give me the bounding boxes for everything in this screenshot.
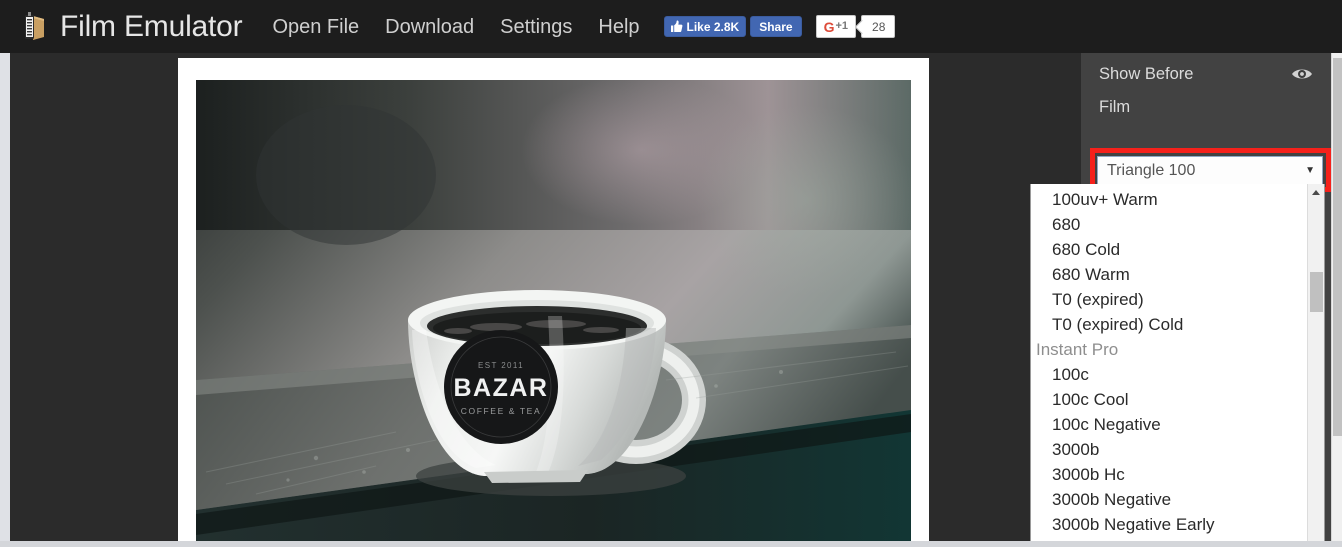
svg-text:EST 2011: EST 2011	[478, 361, 524, 370]
film-select-value: Triangle 100	[1107, 161, 1196, 179]
googleplus-count-label: 28	[872, 19, 886, 34]
dropdown-option[interactable]: 3000b Negative Early	[1031, 512, 1307, 537]
editor-stage: EST 2011 BAZAR COFFEE & TEA	[10, 53, 1081, 547]
facebook-share-label: Share	[759, 19, 793, 34]
nav-links: Open File Download Settings Help	[272, 17, 639, 37]
film-cartridge-icon	[22, 11, 48, 42]
thumbs-up-icon	[670, 20, 683, 33]
facebook-widget: Like 2.8K Share	[663, 16, 802, 37]
page-scrollbar-thumb[interactable]	[1333, 58, 1342, 436]
nav-settings[interactable]: Settings	[500, 17, 572, 37]
nav-download[interactable]: Download	[385, 17, 474, 37]
googleplus-count-bubble[interactable]: 28	[861, 15, 896, 38]
dropdown-option[interactable]: 680	[1031, 212, 1307, 237]
dropdown-option[interactable]: 100c	[1031, 362, 1307, 387]
top-navbar: Film Emulator Open File Download Setting…	[0, 0, 1342, 53]
svg-text:BAZAR: BAZAR	[454, 374, 549, 402]
show-before-row[interactable]: Show Before	[1081, 53, 1331, 95]
show-before-label: Show Before	[1099, 64, 1194, 83]
nav-help[interactable]: Help	[598, 17, 639, 37]
googleplus-widget: G +1 28	[815, 15, 896, 38]
eye-icon[interactable]	[1291, 67, 1313, 81]
chevron-down-icon: ▼	[1305, 164, 1315, 176]
app-brand[interactable]: Film Emulator	[22, 9, 243, 43]
googleplus-plus-label: +1	[835, 20, 849, 32]
dropdown-option[interactable]: T0 (expired) Cold	[1031, 312, 1307, 337]
page-left-gutter	[0, 53, 10, 547]
dropdown-option[interactable]: 3000b	[1031, 437, 1307, 462]
nav-open-file[interactable]: Open File	[272, 17, 359, 37]
dropdown-option[interactable]: 3000b Negative	[1031, 487, 1307, 512]
app-page: Film Emulator Open File Download Setting…	[0, 0, 1342, 547]
dropdown-scrollbar[interactable]	[1307, 184, 1324, 546]
dropdown-group-label: Instant Pro	[1036, 340, 1119, 359]
photo-card: EST 2011 BAZAR COFFEE & TEA	[178, 58, 929, 547]
facebook-like-label: Like 2.8K	[686, 19, 740, 34]
film-field-label: Film	[1099, 98, 1131, 116]
dropdown-option[interactable]: 100uv+ Warm	[1031, 187, 1307, 212]
dropdown-option[interactable]: 100c Cool	[1031, 387, 1307, 412]
dropdown-option[interactable]: 100c Negative	[1031, 412, 1307, 437]
dropdown-option[interactable]: 680 Warm	[1031, 262, 1307, 287]
social-buttons: Like 2.8K Share G +1 28	[663, 15, 896, 38]
app-title: Film Emulator	[60, 9, 243, 43]
film-dropdown-options: 100uv+ Warm 680 680 Cold 680 Warm T0 (ex…	[1031, 184, 1307, 546]
film-dropdown-list[interactable]: 100uv+ Warm 680 680 Cold 680 Warm T0 (ex…	[1030, 184, 1325, 547]
page-bottom-strip	[0, 541, 1342, 547]
page-scrollbar[interactable]	[1331, 53, 1342, 547]
facebook-share-button[interactable]: Share	[750, 16, 802, 37]
googleplus-g-label: G	[823, 18, 835, 35]
preview-image[interactable]: EST 2011 BAZAR COFFEE & TEA	[196, 80, 911, 547]
dropdown-option[interactable]: 680 Cold	[1031, 237, 1307, 262]
facebook-like-button[interactable]: Like 2.8K	[663, 16, 747, 37]
dropdown-scrollbar-thumb[interactable]	[1310, 272, 1323, 312]
dropdown-option[interactable]: T0 (expired)	[1031, 287, 1307, 312]
chevron-up-icon[interactable]	[1308, 184, 1324, 200]
dropdown-option[interactable]: 3000b Hc	[1031, 462, 1307, 487]
svg-text:COFFEE & TEA: COFFEE & TEA	[461, 406, 541, 416]
googleplus-plusone-button[interactable]: G +1	[815, 15, 857, 38]
film-select[interactable]: Triangle 100 ▼	[1097, 156, 1323, 185]
